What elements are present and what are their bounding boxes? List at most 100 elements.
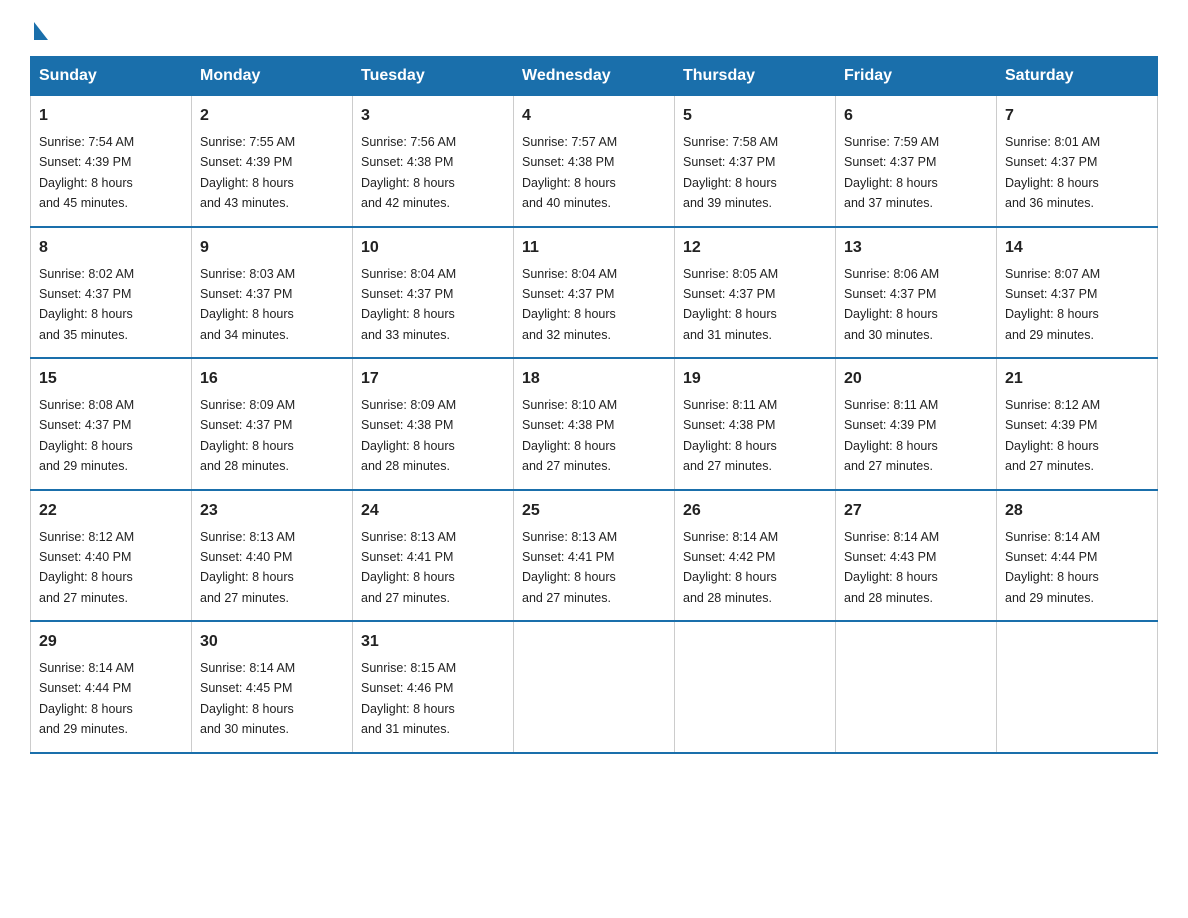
calendar-cell: 12 Sunrise: 8:05 AMSunset: 4:37 PMDaylig…: [675, 227, 836, 359]
day-number: 29: [39, 630, 183, 654]
calendar-cell: 31 Sunrise: 8:15 AMSunset: 4:46 PMDaylig…: [353, 621, 514, 753]
day-info: Sunrise: 8:07 AMSunset: 4:37 PMDaylight:…: [1005, 267, 1100, 342]
calendar-cell: 5 Sunrise: 7:58 AMSunset: 4:37 PMDayligh…: [675, 96, 836, 227]
calendar-cell: 15 Sunrise: 8:08 AMSunset: 4:37 PMDaylig…: [31, 358, 192, 490]
day-info: Sunrise: 8:09 AMSunset: 4:38 PMDaylight:…: [361, 398, 456, 473]
day-number: 31: [361, 630, 505, 654]
calendar-cell: 18 Sunrise: 8:10 AMSunset: 4:38 PMDaylig…: [514, 358, 675, 490]
weekday-header-tuesday: Tuesday: [353, 57, 514, 96]
day-number: 21: [1005, 367, 1149, 391]
day-number: 16: [200, 367, 344, 391]
calendar-cell: 22 Sunrise: 8:12 AMSunset: 4:40 PMDaylig…: [31, 490, 192, 622]
logo: [30, 20, 48, 38]
calendar-cell: 28 Sunrise: 8:14 AMSunset: 4:44 PMDaylig…: [997, 490, 1158, 622]
day-info: Sunrise: 8:02 AMSunset: 4:37 PMDaylight:…: [39, 267, 134, 342]
day-info: Sunrise: 8:06 AMSunset: 4:37 PMDaylight:…: [844, 267, 939, 342]
day-info: Sunrise: 8:13 AMSunset: 4:41 PMDaylight:…: [522, 530, 617, 605]
day-number: 19: [683, 367, 827, 391]
day-info: Sunrise: 8:04 AMSunset: 4:37 PMDaylight:…: [361, 267, 456, 342]
calendar-cell: 21 Sunrise: 8:12 AMSunset: 4:39 PMDaylig…: [997, 358, 1158, 490]
day-number: 24: [361, 499, 505, 523]
day-number: 25: [522, 499, 666, 523]
day-info: Sunrise: 8:04 AMSunset: 4:37 PMDaylight:…: [522, 267, 617, 342]
day-info: Sunrise: 8:15 AMSunset: 4:46 PMDaylight:…: [361, 661, 456, 736]
calendar-cell: 8 Sunrise: 8:02 AMSunset: 4:37 PMDayligh…: [31, 227, 192, 359]
day-info: Sunrise: 7:55 AMSunset: 4:39 PMDaylight:…: [200, 135, 295, 210]
day-number: 18: [522, 367, 666, 391]
calendar-week-row: 8 Sunrise: 8:02 AMSunset: 4:37 PMDayligh…: [31, 227, 1158, 359]
calendar-cell: 10 Sunrise: 8:04 AMSunset: 4:37 PMDaylig…: [353, 227, 514, 359]
calendar-cell: 25 Sunrise: 8:13 AMSunset: 4:41 PMDaylig…: [514, 490, 675, 622]
day-number: 30: [200, 630, 344, 654]
day-info: Sunrise: 7:54 AMSunset: 4:39 PMDaylight:…: [39, 135, 134, 210]
day-info: Sunrise: 7:59 AMSunset: 4:37 PMDaylight:…: [844, 135, 939, 210]
weekday-header-thursday: Thursday: [675, 57, 836, 96]
calendar-cell: 24 Sunrise: 8:13 AMSunset: 4:41 PMDaylig…: [353, 490, 514, 622]
calendar-cell: 13 Sunrise: 8:06 AMSunset: 4:37 PMDaylig…: [836, 227, 997, 359]
day-info: Sunrise: 8:11 AMSunset: 4:38 PMDaylight:…: [683, 398, 777, 473]
day-info: Sunrise: 8:03 AMSunset: 4:37 PMDaylight:…: [200, 267, 295, 342]
calendar-cell: 6 Sunrise: 7:59 AMSunset: 4:37 PMDayligh…: [836, 96, 997, 227]
calendar-week-row: 1 Sunrise: 7:54 AMSunset: 4:39 PMDayligh…: [31, 96, 1158, 227]
day-info: Sunrise: 8:09 AMSunset: 4:37 PMDaylight:…: [200, 398, 295, 473]
day-number: 1: [39, 104, 183, 128]
weekday-header-row: SundayMondayTuesdayWednesdayThursdayFrid…: [31, 57, 1158, 96]
day-number: 3: [361, 104, 505, 128]
day-number: 12: [683, 236, 827, 260]
day-info: Sunrise: 8:14 AMSunset: 4:42 PMDaylight:…: [683, 530, 778, 605]
day-info: Sunrise: 7:58 AMSunset: 4:37 PMDaylight:…: [683, 135, 778, 210]
calendar-table: SundayMondayTuesdayWednesdayThursdayFrid…: [30, 56, 1158, 754]
weekday-header-wednesday: Wednesday: [514, 57, 675, 96]
day-number: 9: [200, 236, 344, 260]
day-info: Sunrise: 8:14 AMSunset: 4:45 PMDaylight:…: [200, 661, 295, 736]
day-number: 23: [200, 499, 344, 523]
calendar-week-row: 29 Sunrise: 8:14 AMSunset: 4:44 PMDaylig…: [31, 621, 1158, 753]
calendar-cell: 4 Sunrise: 7:57 AMSunset: 4:38 PMDayligh…: [514, 96, 675, 227]
calendar-cell: [836, 621, 997, 753]
day-info: Sunrise: 8:11 AMSunset: 4:39 PMDaylight:…: [844, 398, 938, 473]
day-number: 8: [39, 236, 183, 260]
day-number: 2: [200, 104, 344, 128]
day-info: Sunrise: 8:14 AMSunset: 4:43 PMDaylight:…: [844, 530, 939, 605]
calendar-cell: 14 Sunrise: 8:07 AMSunset: 4:37 PMDaylig…: [997, 227, 1158, 359]
calendar-cell: 11 Sunrise: 8:04 AMSunset: 4:37 PMDaylig…: [514, 227, 675, 359]
day-info: Sunrise: 8:08 AMSunset: 4:37 PMDaylight:…: [39, 398, 134, 473]
calendar-cell: 20 Sunrise: 8:11 AMSunset: 4:39 PMDaylig…: [836, 358, 997, 490]
calendar-week-row: 15 Sunrise: 8:08 AMSunset: 4:37 PMDaylig…: [31, 358, 1158, 490]
day-number: 26: [683, 499, 827, 523]
calendar-week-row: 22 Sunrise: 8:12 AMSunset: 4:40 PMDaylig…: [31, 490, 1158, 622]
day-number: 7: [1005, 104, 1149, 128]
day-info: Sunrise: 8:13 AMSunset: 4:41 PMDaylight:…: [361, 530, 456, 605]
logo-arrow-icon: [34, 22, 48, 40]
day-number: 14: [1005, 236, 1149, 260]
day-info: Sunrise: 7:57 AMSunset: 4:38 PMDaylight:…: [522, 135, 617, 210]
day-info: Sunrise: 8:14 AMSunset: 4:44 PMDaylight:…: [1005, 530, 1100, 605]
calendar-cell: 7 Sunrise: 8:01 AMSunset: 4:37 PMDayligh…: [997, 96, 1158, 227]
calendar-cell: [675, 621, 836, 753]
day-number: 20: [844, 367, 988, 391]
weekday-header-friday: Friday: [836, 57, 997, 96]
day-number: 28: [1005, 499, 1149, 523]
calendar-cell: 16 Sunrise: 8:09 AMSunset: 4:37 PMDaylig…: [192, 358, 353, 490]
calendar-cell: 2 Sunrise: 7:55 AMSunset: 4:39 PMDayligh…: [192, 96, 353, 227]
calendar-cell: [997, 621, 1158, 753]
day-number: 5: [683, 104, 827, 128]
weekday-header-saturday: Saturday: [997, 57, 1158, 96]
calendar-cell: [514, 621, 675, 753]
calendar-cell: 26 Sunrise: 8:14 AMSunset: 4:42 PMDaylig…: [675, 490, 836, 622]
weekday-header-sunday: Sunday: [31, 57, 192, 96]
day-info: Sunrise: 8:01 AMSunset: 4:37 PMDaylight:…: [1005, 135, 1100, 210]
day-number: 13: [844, 236, 988, 260]
day-info: Sunrise: 7:56 AMSunset: 4:38 PMDaylight:…: [361, 135, 456, 210]
calendar-cell: 27 Sunrise: 8:14 AMSunset: 4:43 PMDaylig…: [836, 490, 997, 622]
day-number: 22: [39, 499, 183, 523]
day-number: 10: [361, 236, 505, 260]
day-info: Sunrise: 8:13 AMSunset: 4:40 PMDaylight:…: [200, 530, 295, 605]
day-info: Sunrise: 8:10 AMSunset: 4:38 PMDaylight:…: [522, 398, 617, 473]
day-info: Sunrise: 8:12 AMSunset: 4:39 PMDaylight:…: [1005, 398, 1100, 473]
day-info: Sunrise: 8:05 AMSunset: 4:37 PMDaylight:…: [683, 267, 778, 342]
calendar-cell: 30 Sunrise: 8:14 AMSunset: 4:45 PMDaylig…: [192, 621, 353, 753]
day-number: 17: [361, 367, 505, 391]
page-header: [30, 20, 1158, 38]
calendar-cell: 29 Sunrise: 8:14 AMSunset: 4:44 PMDaylig…: [31, 621, 192, 753]
